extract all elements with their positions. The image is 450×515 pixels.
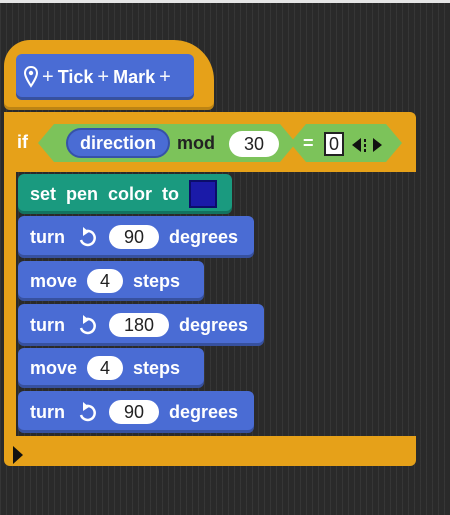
move-block-1[interactable]: move 4 steps xyxy=(18,261,204,301)
block-prototype[interactable]: + Tick + Mark + xyxy=(16,54,194,100)
set-label: set xyxy=(30,183,57,204)
add-input-plus-2[interactable]: + xyxy=(97,66,109,89)
clockwise-arrow-icon xyxy=(79,402,96,422)
add-input-plus-1[interactable]: + xyxy=(42,66,54,89)
direction-variable[interactable]: direction xyxy=(66,128,170,158)
degrees-label: degrees xyxy=(179,314,249,335)
turn-block-2[interactable]: turn 180 degrees xyxy=(18,304,264,346)
pen-label: pen xyxy=(66,183,99,204)
equals-label: = xyxy=(303,133,314,153)
move-steps-input[interactable]: 4 xyxy=(87,269,124,293)
move-block-2[interactable]: move 4 steps xyxy=(18,348,204,388)
equals-value-input[interactable]: 0 xyxy=(324,132,344,156)
turn-label: turn xyxy=(30,401,65,422)
add-input-plus-3[interactable]: + xyxy=(159,66,171,89)
prototype-word-tick: Tick xyxy=(57,66,94,87)
turn-label: turn xyxy=(30,314,65,335)
move-steps-input[interactable]: 4 xyxy=(87,356,124,380)
pen-color-swatch[interactable] xyxy=(189,180,218,208)
steps-label: steps xyxy=(133,357,181,378)
turn-degrees-input[interactable]: 90 xyxy=(109,225,159,249)
if-block-bottom[interactable] xyxy=(4,436,416,466)
turn-block-3[interactable]: turn 90 degrees xyxy=(18,391,254,433)
clockwise-arrow-icon xyxy=(79,227,96,247)
move-label: move xyxy=(30,270,78,291)
set-pen-color-block[interactable]: set pen color to xyxy=(18,174,232,214)
steps-label: steps xyxy=(133,270,181,291)
color-label: color xyxy=(108,183,153,204)
degrees-label: degrees xyxy=(169,226,239,247)
turn-block-1[interactable]: turn 90 degrees xyxy=(18,216,254,258)
turn-degrees-input[interactable]: 90 xyxy=(109,400,159,424)
if-label: if xyxy=(17,132,28,152)
clockwise-arrow-icon xyxy=(79,315,96,335)
turn-degrees-input[interactable]: 180 xyxy=(109,313,169,337)
else-expand-arrow-icon[interactable] xyxy=(13,446,23,464)
mod-operand-input[interactable]: 30 xyxy=(229,131,279,157)
if-block-arm xyxy=(4,112,16,438)
mod-operator-label: mod xyxy=(177,133,215,153)
degrees-label: degrees xyxy=(169,401,239,422)
expand-collapse-arrows-icon[interactable] xyxy=(352,136,382,154)
prototype-word-mark: Mark xyxy=(113,66,156,87)
to-label: to xyxy=(162,183,180,204)
move-label: move xyxy=(30,357,78,378)
turn-label: turn xyxy=(30,226,65,247)
top-edge xyxy=(0,0,450,3)
location-pin-icon xyxy=(24,66,38,88)
